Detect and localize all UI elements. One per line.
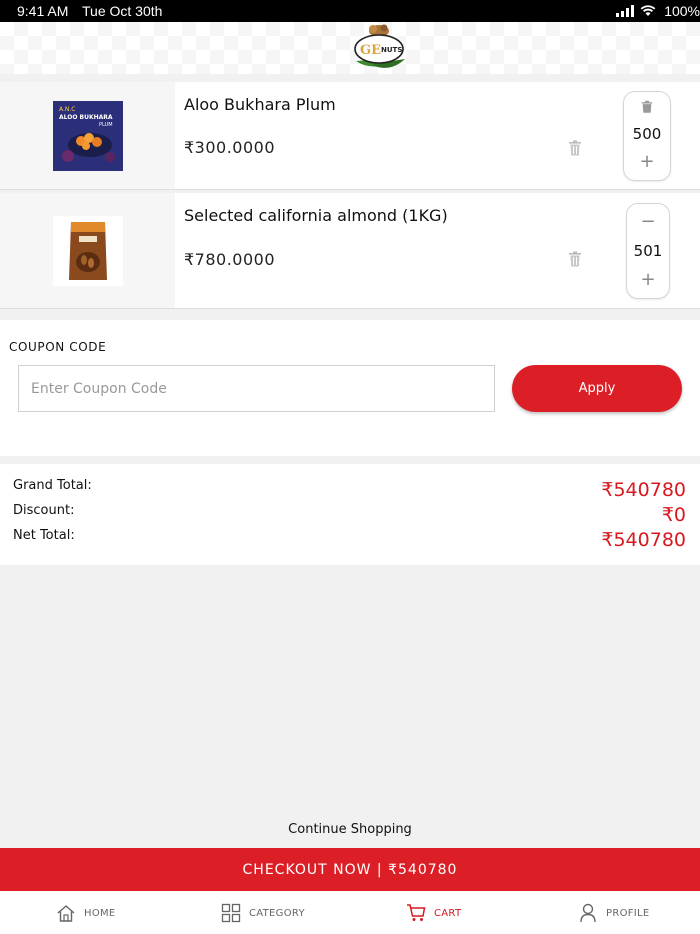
cart-icon	[407, 904, 426, 921]
wifi-icon	[640, 5, 656, 16]
quantity-stepper: − 501 +	[626, 203, 670, 299]
product-name[interactable]: Aloo Bukhara Plum	[184, 95, 336, 114]
net-total-label: Net Total:	[13, 528, 75, 543]
product-thumbnail-area	[0, 193, 175, 308]
svg-text:NUTS: NUTS	[381, 46, 402, 54]
increment-button[interactable]: +	[627, 270, 669, 290]
net-total-value: ₹540780	[601, 529, 686, 551]
status-time: 9:41 AM	[17, 3, 69, 19]
cart-item: Selected california almond (1KG) ₹780.00…	[0, 193, 700, 309]
svg-text:ALOO BUKHARA: ALOO BUKHARA	[59, 114, 113, 121]
brand-logo[interactable]: GE NUTS	[350, 23, 410, 73]
tab-cart[interactable]: CART	[406, 903, 461, 923]
tab-profile-label: PROFILE	[606, 907, 650, 919]
product-price: ₹780.0000	[184, 250, 276, 269]
product-thumbnail-area: A.N.C ALOO BUKHARA PLUM	[0, 82, 175, 189]
product-image[interactable]: A.N.C ALOO BUKHARA PLUM	[53, 101, 123, 171]
quantity-value[interactable]: 500	[624, 125, 670, 143]
tab-category-label: CATEGORY	[249, 907, 305, 919]
status-date: Tue Oct 30th	[82, 3, 163, 19]
user-icon	[580, 903, 596, 923]
tab-profile[interactable]: PROFILE	[578, 903, 650, 923]
svg-text:A.N.C: A.N.C	[59, 106, 76, 113]
tab-home[interactable]: HOME	[56, 903, 116, 923]
delete-icon[interactable]	[568, 251, 582, 267]
coupon-section: COUPON CODE Apply	[0, 320, 700, 456]
coupon-input[interactable]	[18, 365, 495, 412]
status-indicators: 100%	[616, 3, 700, 19]
quantity-value[interactable]: 501	[627, 242, 669, 260]
cart-item: A.N.C ALOO BUKHARA PLUM Aloo Bukhara Plu…	[0, 82, 700, 190]
quantity-stepper: 500 +	[623, 91, 671, 181]
grand-total-value: ₹540780	[601, 479, 686, 501]
status-bar: 9:41 AM Tue Oct 30th 100%	[0, 0, 700, 22]
product-image[interactable]	[53, 216, 123, 286]
signal-icon	[616, 5, 635, 17]
tab-home-label: HOME	[84, 907, 116, 919]
bottom-tab-bar: HOME CATEGORY CART PROFILE	[0, 891, 700, 934]
remove-item-icon[interactable]	[624, 100, 670, 114]
battery-percent: 100%	[664, 3, 700, 19]
product-price: ₹300.0000	[184, 138, 276, 157]
grand-total-label: Grand Total:	[13, 478, 92, 493]
svg-text:GE: GE	[360, 43, 381, 58]
order-summary: Grand Total: Discount: Net Total: ₹54078…	[0, 464, 700, 565]
decrement-button[interactable]: −	[627, 212, 669, 232]
continue-shopping-link[interactable]: Continue Shopping	[0, 822, 700, 837]
tab-category[interactable]: CATEGORY	[221, 903, 305, 923]
increment-button[interactable]: +	[624, 152, 670, 172]
apply-coupon-button[interactable]: Apply	[512, 365, 682, 412]
coupon-label: COUPON CODE	[9, 340, 107, 354]
discount-value: ₹0	[661, 504, 686, 526]
checkout-button[interactable]: CHECKOUT NOW | ₹540780	[0, 848, 700, 891]
tab-cart-label: CART	[434, 907, 462, 919]
product-name[interactable]: Selected california almond (1KG)	[184, 206, 448, 225]
grid-icon	[221, 903, 241, 923]
home-icon	[57, 905, 75, 922]
discount-label: Discount:	[13, 503, 75, 518]
svg-text:PLUM: PLUM	[99, 122, 113, 128]
app-header: GE NUTS	[0, 22, 700, 74]
delete-icon[interactable]	[568, 140, 582, 156]
